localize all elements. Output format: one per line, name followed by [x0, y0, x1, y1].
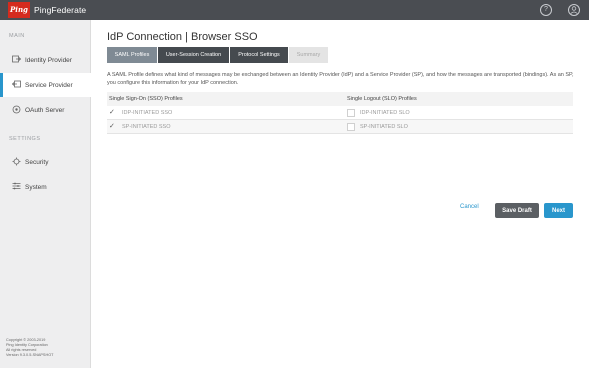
sidebar-item-label: Identity Provider	[25, 56, 72, 64]
logo[interactable]: Ping PingFederate	[8, 2, 86, 18]
table-row: ✓ SP-INITIATED SSO SP-INITIATED SLO	[107, 120, 573, 134]
sso-column-header: Single Sign-On (SSO) Profiles	[109, 96, 183, 102]
sp-initiated-slo-label: SP-INITIATED SLO	[360, 124, 408, 130]
tab-summary: Summary	[289, 47, 328, 63]
sidebar-item-service-provider[interactable]: Service Provider	[0, 73, 98, 97]
idp-initiated-slo-checkbox[interactable]	[347, 109, 355, 117]
sidebar-item-label: OAuth Server	[25, 106, 65, 114]
wizard-tabs: SAML Profiles User-Session Creation Prot…	[107, 47, 329, 63]
sidebar-item-oauth-server[interactable]: OAuth Server	[0, 98, 91, 122]
save-draft-button[interactable]: Save Draft	[495, 203, 539, 218]
product-name: PingFederate	[34, 5, 87, 15]
security-icon	[11, 157, 21, 168]
page-title: IdP Connection | Browser SSO	[107, 31, 258, 43]
sidebar-section-settings: SETTINGS	[9, 136, 41, 142]
top-bar: Ping PingFederate ?	[0, 0, 589, 20]
tab-protocol-settings[interactable]: Protocol Settings	[230, 47, 288, 63]
sidebar-section-main: MAIN	[9, 33, 25, 39]
sidebar: MAIN Identity Provider Service Provider …	[0, 20, 98, 368]
sidebar-item-label: System	[25, 183, 47, 191]
table-row: ✓ IDP-INITIATED SSO IDP-INITIATED SLO	[107, 106, 573, 120]
sp-initiated-sso-label: SP-INITIATED SSO	[122, 124, 171, 130]
profiles-table: Single Sign-On (SSO) Profiles Single Log…	[107, 92, 573, 134]
footer-line: Version 9.3.0.5-SNAPSHOT	[6, 353, 54, 357]
slo-column-header: Single Logout (SLO) Profiles	[347, 96, 417, 102]
sp-initiated-slo-checkbox[interactable]	[347, 123, 355, 131]
idp-initiated-slo-label: IDP-INITIATED SLO	[360, 110, 410, 116]
system-icon	[11, 182, 21, 192]
tab-saml-profiles[interactable]: SAML Profiles	[107, 47, 157, 63]
tab-user-session-creation[interactable]: User-Session Creation	[158, 47, 229, 63]
help-icon[interactable]: ?	[540, 4, 552, 16]
user-icon[interactable]	[568, 4, 580, 16]
cancel-button[interactable]: Cancel	[460, 204, 479, 210]
sidebar-item-label: Security	[25, 158, 49, 166]
sidebar-item-label: Service Provider	[25, 81, 73, 89]
ping-logo-mark: Ping	[8, 2, 30, 18]
sidebar-item-identity-provider[interactable]: Identity Provider	[0, 48, 91, 72]
table-header: Single Sign-On (SSO) Profiles Single Log…	[107, 92, 573, 106]
description-text: A SAML Profile defines what kind of mess…	[107, 72, 574, 86]
sp-initiated-sso-checkbox[interactable]: ✓	[109, 123, 117, 131]
service-provider-icon	[11, 80, 21, 90]
sidebar-item-security[interactable]: Security	[0, 150, 91, 174]
sidebar-item-system[interactable]: System	[0, 175, 91, 199]
copyright-footer: Copyright © 2003-2019 Ping Identity Corp…	[6, 338, 53, 358]
idp-initiated-sso-label: IDP-INITIATED SSO	[122, 110, 173, 116]
identity-provider-icon	[11, 55, 21, 65]
idp-initiated-sso-checkbox[interactable]: ✓	[109, 109, 117, 117]
oauth-server-icon	[11, 105, 21, 116]
next-button[interactable]: Next	[544, 203, 573, 218]
